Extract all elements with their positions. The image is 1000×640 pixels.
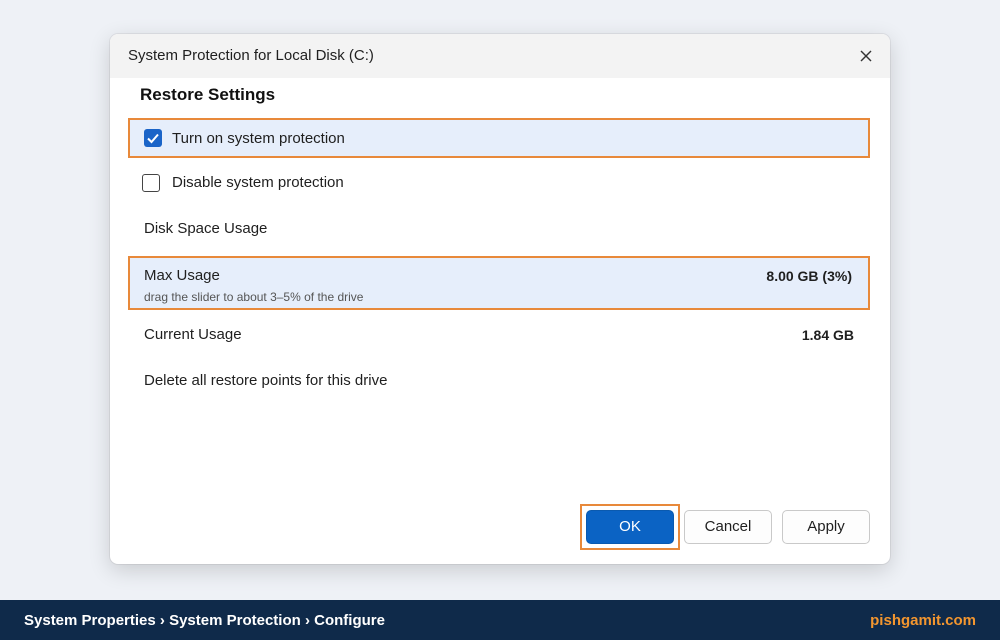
disk-space-heading: Disk Space Usage (144, 220, 268, 237)
apply-button[interactable]: Apply (782, 510, 870, 544)
breadcrumb-separator: › (304, 612, 310, 629)
current-usage-value: 1.84 GB (801, 327, 854, 343)
ok-button[interactable]: OK (586, 510, 674, 544)
max-usage-row[interactable]: Max Usage drag the slider to about 3–5% … (128, 256, 870, 310)
max-usage-label: Max Usage (144, 267, 220, 284)
brand-text: pishgamit.com (870, 612, 976, 629)
max-usage-value: 8.00 GB (3%) (766, 268, 852, 284)
checkmark-icon (147, 133, 159, 144)
dialog-title: System Protection for Local Disk (C:) (128, 47, 374, 64)
disable-protection-option[interactable]: Disable system protection (128, 164, 870, 204)
breadcrumb-separator: › (159, 612, 165, 629)
turn-on-protection-label: Turn on system protection (172, 130, 345, 147)
breadcrumb-item: System Properties (24, 612, 156, 629)
max-usage-hint: drag the slider to about 3–5% of the dri… (144, 290, 364, 304)
footer-bar: System Properties › System Protection › … (0, 600, 1000, 640)
system-protection-dialog: System Protection for Local Disk (C:) Re… (110, 34, 890, 564)
cancel-button[interactable]: Cancel (684, 510, 772, 544)
section-heading: Restore Settings (140, 85, 276, 104)
disk-space-usage-row: Disk Space Usage (128, 210, 870, 250)
turn-on-protection-option[interactable]: Turn on system protection (128, 118, 870, 158)
title-bar: System Protection for Local Disk (C:) (110, 34, 890, 78)
close-button[interactable] (852, 42, 880, 70)
delete-restore-points-label: Delete all restore points for this drive (144, 372, 388, 389)
breadcrumb: System Properties › System Protection › … (24, 612, 385, 629)
current-usage-row: Current Usage 1.84 GB (128, 316, 870, 356)
breadcrumb-item: System Protection (169, 612, 301, 629)
checkbox-unchecked[interactable] (142, 174, 160, 192)
checkbox-checked[interactable] (144, 129, 162, 147)
current-usage-label: Current Usage (144, 326, 242, 343)
disable-protection-label: Disable system protection (172, 174, 344, 191)
breadcrumb-item: Configure (314, 612, 385, 629)
close-icon (860, 50, 872, 62)
delete-restore-points-row[interactable]: Delete all restore points for this drive (128, 362, 870, 402)
